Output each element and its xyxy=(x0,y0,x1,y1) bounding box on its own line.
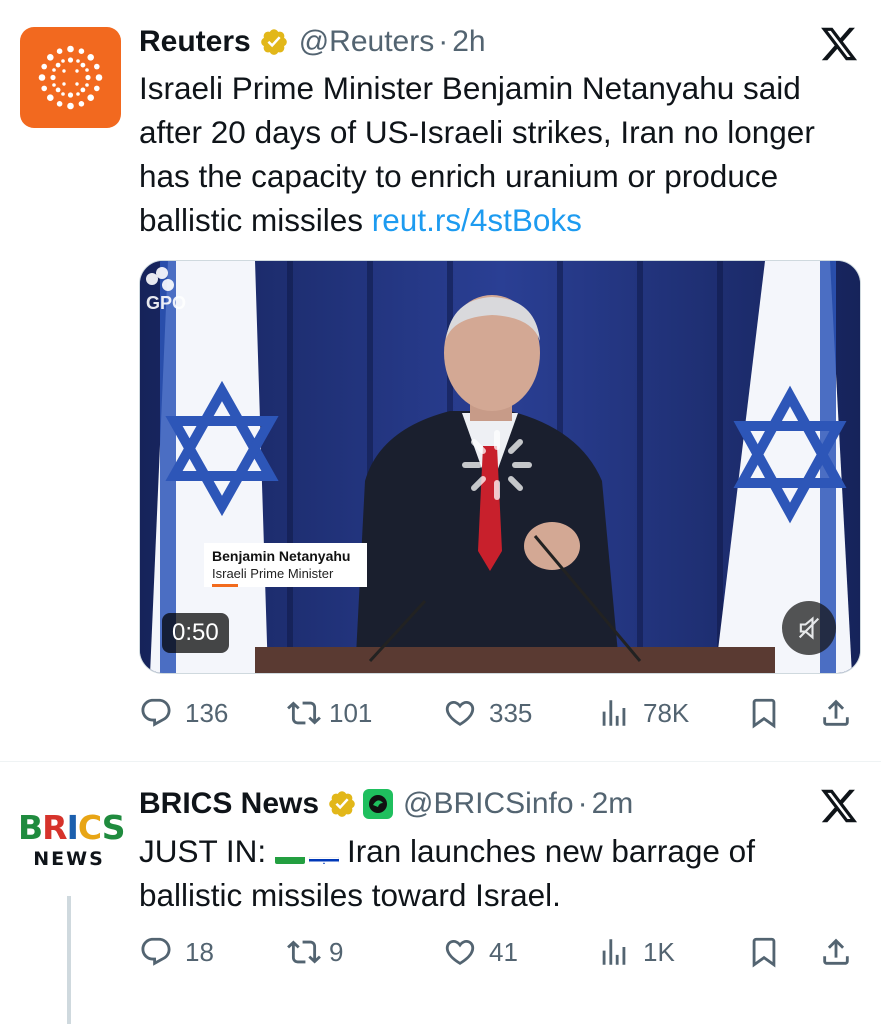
tweet-time[interactable]: 2h xyxy=(452,25,485,59)
reply-button[interactable]: 136 xyxy=(139,693,228,733)
repost-icon xyxy=(287,701,321,725)
heart-icon xyxy=(445,700,475,726)
mute-button[interactable] xyxy=(782,601,836,655)
view-count: 1K xyxy=(643,936,675,967)
affiliate-badge-icon xyxy=(363,789,394,819)
like-count: 41 xyxy=(489,936,518,967)
reply-button[interactable]: 18 xyxy=(139,932,214,972)
tweet-reuters[interactable]: Reuters @Reuters · 2h Israeli Prime Mini… xyxy=(0,0,881,762)
views-button[interactable]: 78K xyxy=(597,693,689,733)
share-button[interactable] xyxy=(819,932,853,972)
views-bar-chart-icon xyxy=(602,939,626,965)
lower-third-title: Israeli Prime Minister xyxy=(212,566,334,581)
share-button[interactable] xyxy=(819,693,853,733)
video-frame xyxy=(140,261,860,673)
reply-count: 136 xyxy=(185,697,229,728)
reply-count: 18 xyxy=(185,936,214,967)
heart-icon xyxy=(445,939,475,965)
repost-button[interactable]: 9 xyxy=(287,932,343,972)
like-count: 335 xyxy=(489,697,533,728)
muted-speaker-icon xyxy=(798,616,820,640)
tweet-link[interactable]: reut.rs/4stBoks xyxy=(372,202,582,238)
x-logo-icon[interactable] xyxy=(819,24,859,64)
israel-flag-icon xyxy=(308,844,339,864)
x-logo-icon[interactable] xyxy=(819,786,859,826)
share-upload-icon xyxy=(823,938,849,965)
tweet-time[interactable]: 2m xyxy=(592,787,634,821)
reply-bubble-icon xyxy=(141,937,171,966)
brics-logo-subtext: NEWS xyxy=(33,848,105,870)
dot-separator: · xyxy=(577,787,588,820)
reply-bubble-icon xyxy=(141,698,171,727)
repost-button[interactable]: 101 xyxy=(287,693,372,733)
iran-flag-icon xyxy=(274,844,305,864)
repost-icon xyxy=(287,940,321,964)
tweet-text: JUST IN: Iran launches new barrage of ba… xyxy=(139,829,859,917)
video-player[interactable]: GPO Benjamin Netanyahu Israeli Prime Min… xyxy=(139,260,861,674)
author-name[interactable]: Reuters xyxy=(139,25,251,59)
gpo-watermark: GPO xyxy=(146,293,187,313)
tweet-text: Israeli Prime Minister Benjamin Netanyah… xyxy=(139,66,859,242)
author-handle[interactable]: @BRICSinfo xyxy=(403,787,574,821)
author-name[interactable]: BRICS News xyxy=(139,787,319,821)
brics-avatar[interactable]: BRICS NEWS xyxy=(18,808,125,880)
verified-gold-badge-icon xyxy=(260,29,287,55)
thread-connector-line xyxy=(67,896,71,1024)
tweet-actions: 136 101 335 78K xyxy=(139,693,861,733)
author-handle[interactable]: @Reuters xyxy=(299,25,435,59)
reuters-avatar[interactable] xyxy=(20,27,121,128)
tweet-prefix: JUST IN: xyxy=(139,833,275,869)
tweet-header: Reuters @Reuters · 2h xyxy=(139,22,486,62)
bookmark-button[interactable] xyxy=(747,932,781,972)
reuters-logo-icon xyxy=(38,45,103,110)
lower-third-accent xyxy=(212,584,238,587)
dot-separator: · xyxy=(438,25,449,58)
bookmark-icon xyxy=(752,698,776,729)
lower-third-caption: Benjamin Netanyahu Israeli Prime Ministe… xyxy=(204,543,367,587)
tweet-header: BRICS News @BRICSinfo · 2m xyxy=(139,784,633,824)
lower-third-name: Benjamin Netanyahu xyxy=(212,548,351,564)
share-upload-icon xyxy=(823,699,849,726)
repost-count: 9 xyxy=(329,936,344,967)
video-duration: 0:50 xyxy=(162,613,229,653)
bookmark-button[interactable] xyxy=(747,693,781,733)
like-button[interactable]: 335 xyxy=(443,693,532,733)
verified-gold-badge-icon xyxy=(329,791,355,817)
views-bar-chart-icon xyxy=(602,700,626,726)
like-button[interactable]: 41 xyxy=(443,932,518,972)
bookmark-icon xyxy=(752,937,776,968)
view-count: 78K xyxy=(643,697,690,728)
repost-count: 101 xyxy=(329,697,373,728)
tweet-actions: 18 9 41 1K xyxy=(139,932,861,972)
views-button[interactable]: 1K xyxy=(597,932,675,972)
brics-logo-text: BRICS xyxy=(18,808,125,847)
